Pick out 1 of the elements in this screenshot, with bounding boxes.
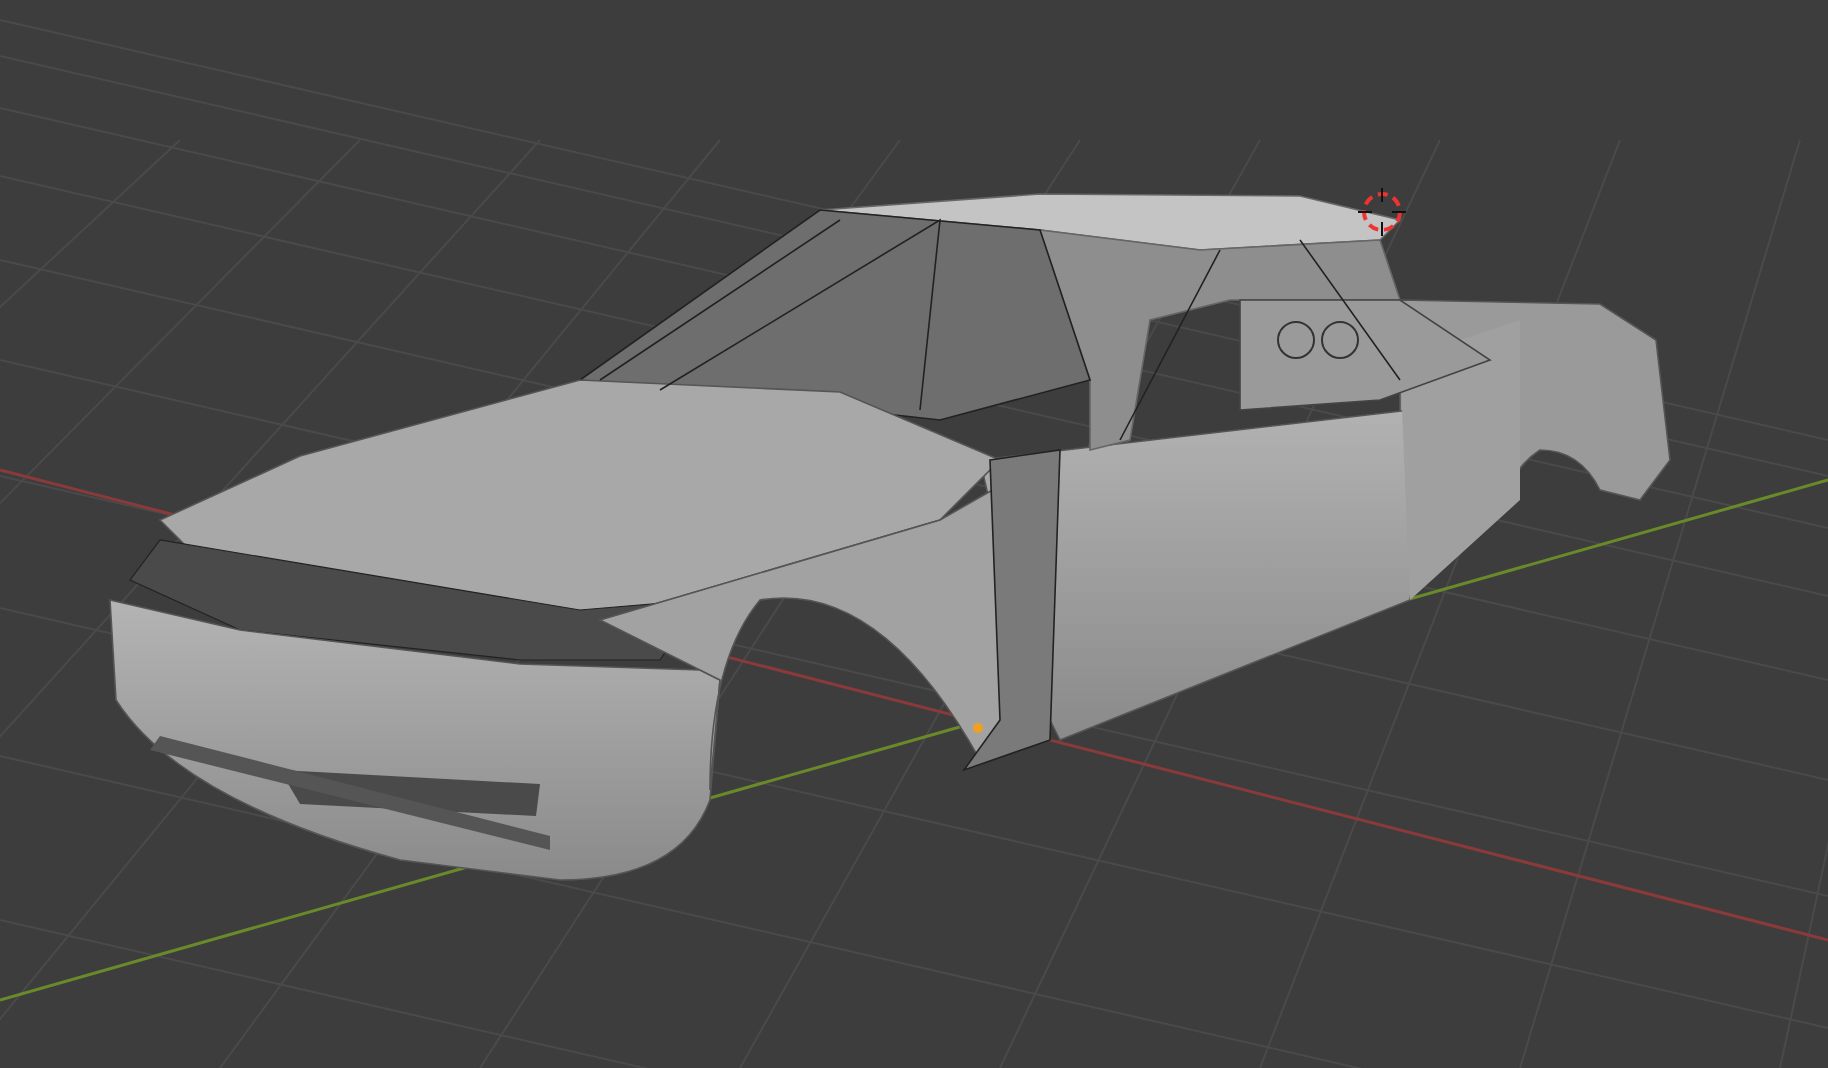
3d-cursor-icon[interactable]	[1357, 187, 1407, 237]
